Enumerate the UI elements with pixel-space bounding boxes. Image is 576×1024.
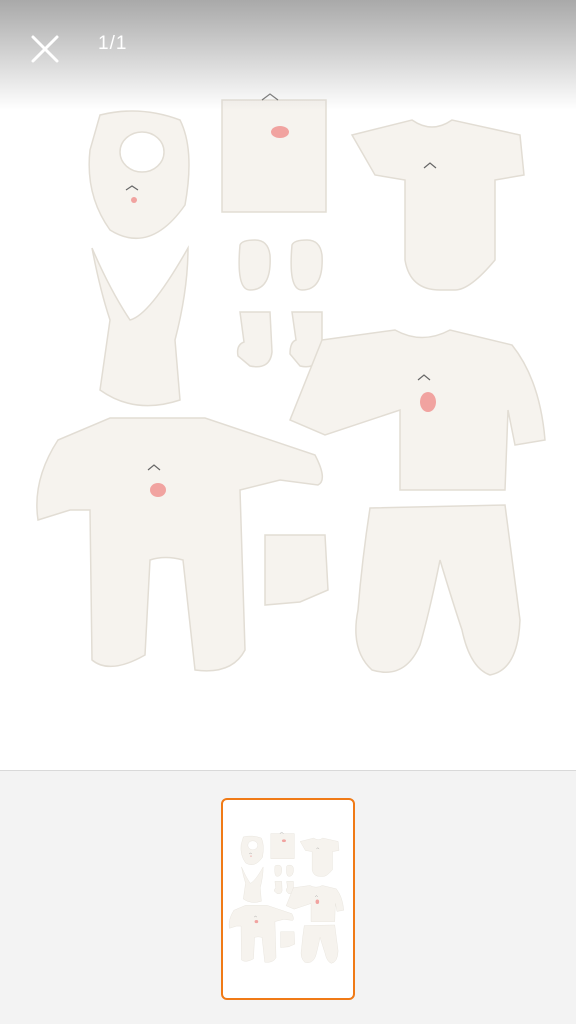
close-button[interactable] xyxy=(26,30,64,68)
thumbnail-image xyxy=(228,832,344,964)
image-viewer xyxy=(0,0,576,770)
top-bar: 1/1 xyxy=(0,0,576,110)
thumbnail-selected[interactable] xyxy=(221,798,355,1000)
image-counter: 1/1 xyxy=(98,33,128,54)
close-icon xyxy=(31,35,59,63)
product-image[interactable] xyxy=(0,90,576,690)
